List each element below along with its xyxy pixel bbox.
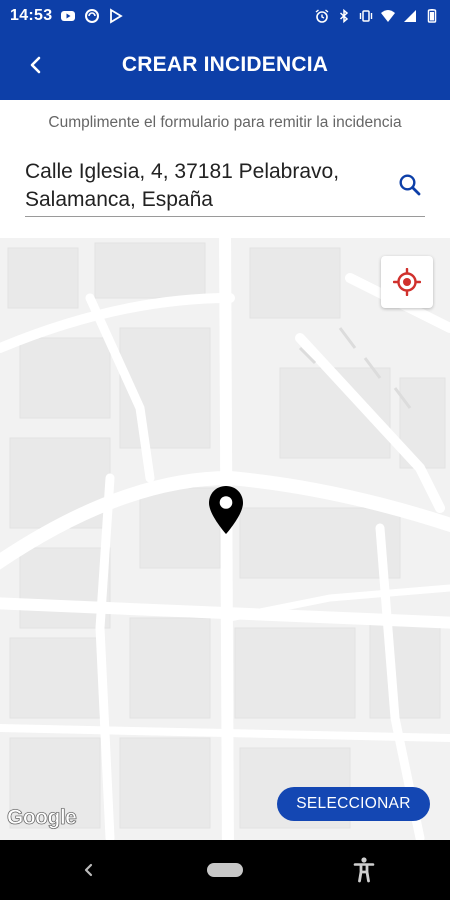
play-store-icon — [110, 7, 124, 24]
sync-icon — [85, 8, 100, 23]
status-bar: 14:53 — [0, 0, 450, 31]
status-time: 14:53 — [10, 6, 53, 24]
accessibility-icon[interactable] — [352, 856, 376, 884]
search-icon[interactable] — [397, 172, 423, 198]
locate-me-button[interactable] — [381, 256, 433, 308]
map-view[interactable] — [0, 238, 450, 840]
google-logo: Google — [7, 806, 77, 830]
signal-icon — [404, 9, 416, 22]
select-location-button[interactable]: SELECCIONAR — [277, 787, 430, 821]
address-line-1: Calle Iglesia, 4, 37181 Pelabravo, — [25, 160, 340, 183]
bluetooth-icon — [339, 8, 349, 23]
form-instruction: Cumplimente el formulario para remitir l… — [48, 114, 402, 131]
address-field[interactable]: Calle Iglesia, 4, 37181 Pelabravo, Salam… — [25, 158, 425, 217]
app-bar: CREAR INCIDENCIA — [0, 31, 450, 100]
vibrate-icon — [359, 9, 373, 22]
status-bar-left: 14:53 — [10, 7, 124, 25]
gps-target-icon — [393, 268, 421, 296]
page-title: CREAR INCIDENCIA — [121, 53, 329, 76]
battery-icon — [427, 8, 437, 23]
home-icon[interactable] — [207, 863, 243, 877]
status-bar-right — [314, 8, 440, 24]
wifi-icon — [381, 9, 395, 22]
youtube-icon — [61, 10, 76, 21]
alarm-icon — [315, 8, 329, 23]
address-line-2: Salamanca, España — [25, 188, 213, 211]
address-value[interactable]: Calle Iglesia, 4, 37181 Pelabravo, Salam… — [25, 158, 385, 214]
map-tiles — [0, 238, 450, 840]
back-icon[interactable] — [76, 857, 100, 883]
map-pin-icon[interactable] — [206, 484, 246, 536]
